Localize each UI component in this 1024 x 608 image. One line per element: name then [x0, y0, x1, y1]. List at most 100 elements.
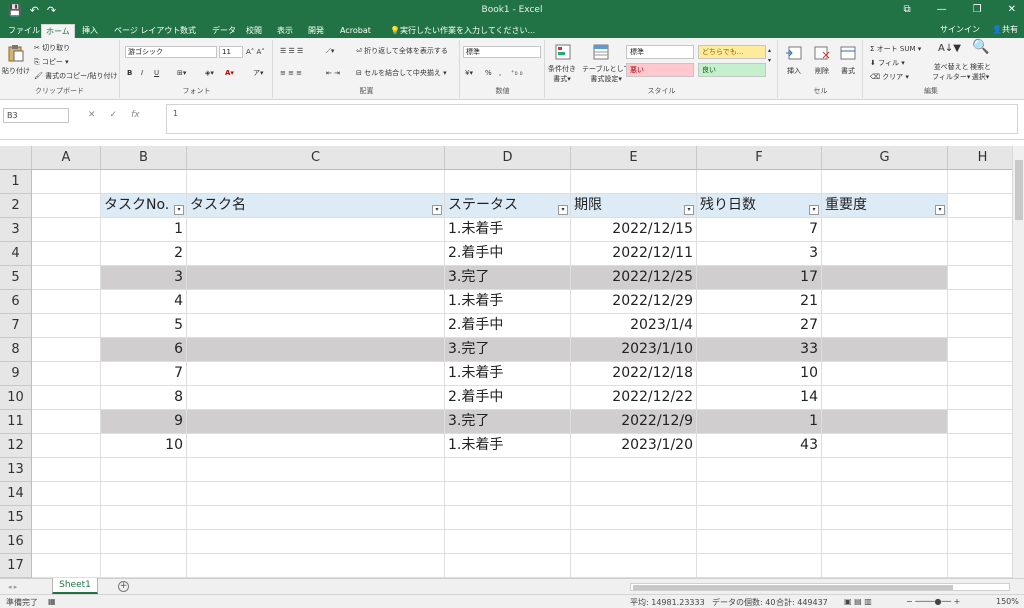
- table-cell-status[interactable]: 2.着手中: [445, 242, 571, 266]
- table-cell-due[interactable]: 2022/12/11: [571, 242, 697, 266]
- copy-button[interactable]: ⎘ コピー ▾: [34, 57, 69, 67]
- view-normal-icon[interactable]: ▣ ▤ ▥: [844, 597, 872, 606]
- horizontal-scrollbar[interactable]: [630, 583, 1010, 591]
- top-align-icon[interactable]: ☰ ☰ ☰: [280, 46, 303, 56]
- cell[interactable]: [571, 482, 697, 506]
- column-header-d[interactable]: D: [445, 146, 571, 170]
- table-cell-no[interactable]: 4: [101, 290, 187, 314]
- table-cell-no[interactable]: 3: [101, 266, 187, 290]
- table-cell-no[interactable]: 2: [101, 242, 187, 266]
- filter-dropdown-icon[interactable]: ▾: [558, 205, 568, 215]
- row-header-7[interactable]: 7: [0, 314, 32, 338]
- cell[interactable]: [822, 458, 948, 482]
- table-cell-no[interactable]: 9: [101, 410, 187, 434]
- table-cell-status[interactable]: 1.未着手: [445, 218, 571, 242]
- indent-icon[interactable]: ⇤ ⇥: [326, 68, 340, 78]
- cell[interactable]: [697, 482, 822, 506]
- maximize-button[interactable]: ❐: [973, 4, 982, 15]
- table-cell-no[interactable]: 8: [101, 386, 187, 410]
- cell[interactable]: [571, 506, 697, 530]
- formula-input[interactable]: 1: [166, 104, 1018, 134]
- zoom-level[interactable]: 150%: [996, 597, 1019, 606]
- column-header-b[interactable]: B: [101, 146, 187, 170]
- table-cell-priority[interactable]: [822, 290, 948, 314]
- cell[interactable]: [948, 386, 1018, 410]
- row-header-14[interactable]: 14: [0, 482, 32, 506]
- select-all-corner[interactable]: [0, 146, 32, 170]
- number-format-select[interactable]: 標準: [463, 46, 541, 58]
- vertical-scrollbar[interactable]: [1012, 146, 1024, 578]
- cell[interactable]: [948, 242, 1018, 266]
- add-sheet-button[interactable]: +: [118, 581, 129, 592]
- table-header-cell[interactable]: ステータス ▾: [445, 194, 571, 218]
- table-cell-due[interactable]: 2022/12/15: [571, 218, 697, 242]
- tab-data[interactable]: データ: [208, 24, 240, 38]
- table-cell-name[interactable]: [187, 290, 445, 314]
- cell[interactable]: [32, 458, 101, 482]
- column-header-a[interactable]: A: [32, 146, 101, 170]
- filter-dropdown-icon[interactable]: ▾: [809, 205, 819, 215]
- table-header-cell[interactable]: 期限 ▾: [571, 194, 697, 218]
- cell[interactable]: [948, 194, 1018, 218]
- cell[interactable]: [697, 530, 822, 554]
- table-cell-name[interactable]: [187, 434, 445, 458]
- format-cells-icon[interactable]: [839, 44, 857, 62]
- cell[interactable]: [445, 170, 571, 194]
- table-cell-due[interactable]: 2023/1/10: [571, 338, 697, 362]
- cell[interactable]: [571, 170, 697, 194]
- cell[interactable]: [948, 458, 1018, 482]
- row-header-16[interactable]: 16: [0, 530, 32, 554]
- table-cell-name[interactable]: [187, 218, 445, 242]
- cell[interactable]: [101, 530, 187, 554]
- table-cell-no[interactable]: 7: [101, 362, 187, 386]
- phonetic-icon[interactable]: ア▾: [253, 68, 264, 78]
- cell[interactable]: [32, 410, 101, 434]
- table-cell-remain[interactable]: 33: [697, 338, 822, 362]
- cell[interactable]: [445, 458, 571, 482]
- row-header-17[interactable]: 17: [0, 554, 32, 578]
- cell[interactable]: [32, 314, 101, 338]
- table-cell-status[interactable]: 2.着手中: [445, 314, 571, 338]
- cell[interactable]: [948, 338, 1018, 362]
- cell[interactable]: [187, 530, 445, 554]
- cell[interactable]: [32, 362, 101, 386]
- cell[interactable]: [187, 458, 445, 482]
- vertical-scroll-thumb[interactable]: [1015, 160, 1023, 220]
- tab-review[interactable]: 校閲: [242, 24, 266, 38]
- table-cell-no[interactable]: 5: [101, 314, 187, 338]
- table-cell-remain[interactable]: 43: [697, 434, 822, 458]
- style-bad[interactable]: 悪い: [626, 63, 694, 77]
- share-button[interactable]: 👤共有: [992, 24, 1018, 35]
- cell[interactable]: [101, 506, 187, 530]
- fill-button[interactable]: ⬇ フィル ▾: [870, 58, 905, 68]
- cell[interactable]: [32, 242, 101, 266]
- row-header-6[interactable]: 6: [0, 290, 32, 314]
- clear-button[interactable]: ⌫ クリア ▾: [870, 72, 909, 82]
- table-cell-priority[interactable]: [822, 242, 948, 266]
- row-header-9[interactable]: 9: [0, 362, 32, 386]
- cell[interactable]: [445, 530, 571, 554]
- find-select-button[interactable]: 検索と 選択▾: [970, 62, 991, 82]
- table-cell-no[interactable]: 1: [101, 218, 187, 242]
- cell[interactable]: [445, 554, 571, 578]
- format-as-table-icon[interactable]: [592, 43, 610, 61]
- row-header-15[interactable]: 15: [0, 506, 32, 530]
- table-cell-priority[interactable]: [822, 362, 948, 386]
- cell[interactable]: [948, 290, 1018, 314]
- cell[interactable]: [948, 434, 1018, 458]
- font-size-select[interactable]: 11: [219, 46, 243, 58]
- filter-dropdown-icon[interactable]: ▾: [684, 205, 694, 215]
- enter-icon[interactable]: ✓: [110, 110, 118, 120]
- cell[interactable]: [101, 458, 187, 482]
- table-cell-name[interactable]: [187, 266, 445, 290]
- row-header-13[interactable]: 13: [0, 458, 32, 482]
- table-cell-due[interactable]: 2023/1/4: [571, 314, 697, 338]
- table-cell-due[interactable]: 2023/1/20: [571, 434, 697, 458]
- cell[interactable]: [32, 554, 101, 578]
- signin-link[interactable]: サインイン: [940, 24, 980, 35]
- table-cell-name[interactable]: [187, 410, 445, 434]
- percent-button[interactable]: %: [485, 68, 492, 78]
- table-header-cell[interactable]: タスクNo. ▾: [101, 194, 187, 218]
- conditional-format-button[interactable]: 条件付き 書式▾: [548, 64, 576, 84]
- conditional-format-icon[interactable]: [554, 43, 572, 61]
